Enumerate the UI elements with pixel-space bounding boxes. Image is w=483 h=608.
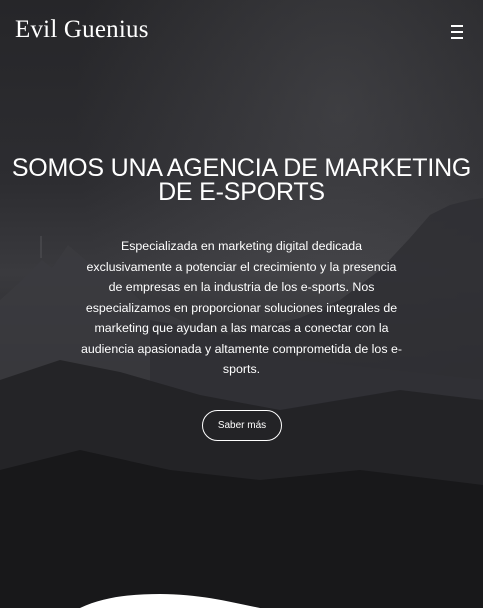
menu-bar-bottom — [451, 37, 463, 39]
hamburger-menu-icon[interactable] — [451, 22, 465, 39]
hero-title: SOMOS UNA AGENCIA DE MARKETING DE E-SPOR… — [0, 156, 483, 206]
hero-description: Especializada en marketing digital dedic… — [81, 239, 402, 376]
hero-title-line2: DE E-SPORTS — [158, 178, 325, 206]
saber-mas-button[interactable]: Saber más — [202, 410, 282, 441]
menu-bar-middle — [451, 31, 463, 33]
site-logo[interactable]: Evil Guenius — [15, 16, 149, 44]
menu-bar-top — [451, 25, 463, 27]
bottom-wave-divider — [80, 594, 260, 608]
